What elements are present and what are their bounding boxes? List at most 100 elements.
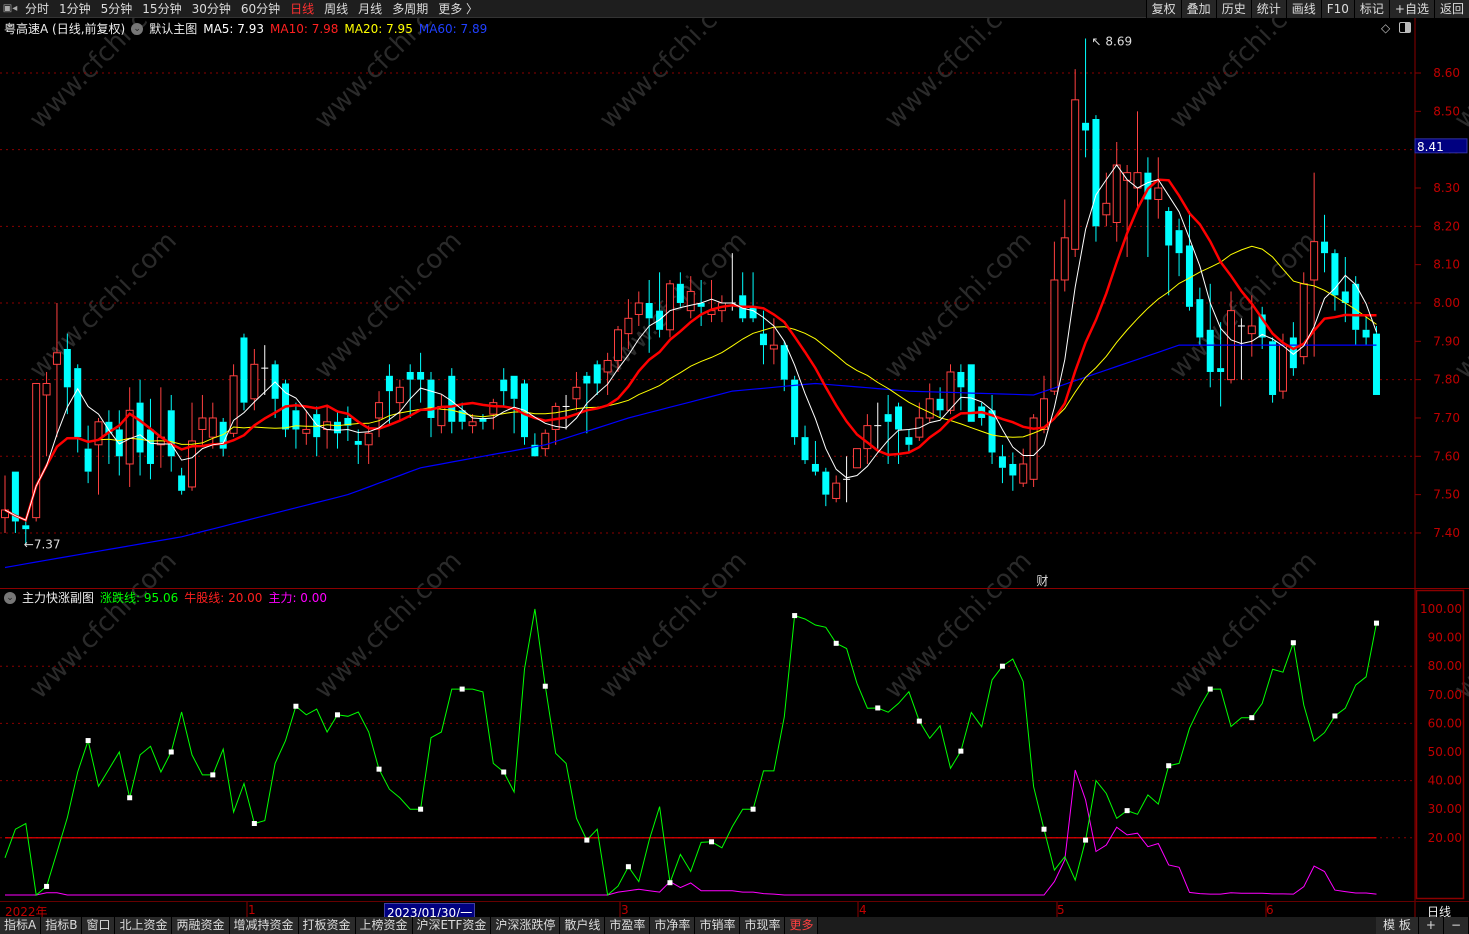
candle: [489, 398, 498, 430]
candle-body: [302, 428, 311, 434]
period-tab[interactable]: 30分钟: [187, 0, 236, 18]
template-name[interactable]: 默认主图: [149, 20, 197, 37]
indicator-button[interactable]: 散户线: [560, 917, 606, 934]
indicator-button[interactable]: 打板资金: [298, 917, 356, 934]
rise-fall-marker: [501, 769, 507, 775]
toolbar-button[interactable]: 画线: [1285, 0, 1321, 18]
candle: [500, 368, 508, 407]
candle-body: [1372, 333, 1380, 395]
toolbar-button[interactable]: 统计: [1250, 0, 1286, 18]
diamond-icon[interactable]: ◇: [1381, 21, 1390, 35]
rise-fall-marker: [1373, 620, 1379, 626]
watermark: www.cfchi.com: [309, 226, 468, 385]
candle: [32, 382, 41, 522]
period-tab[interactable]: 60分钟: [236, 0, 285, 18]
sub-chart-title[interactable]: 主力快涨副图: [22, 589, 94, 606]
candle-body: [936, 398, 944, 411]
zoom-out-button[interactable]: −: [1443, 917, 1469, 934]
candle-body: [832, 482, 841, 499]
toolbar-button[interactable]: 返回: [1433, 0, 1469, 18]
panel-toggle-icon[interactable]: [1399, 22, 1411, 33]
rise-fall-marker: [293, 703, 299, 709]
toolbar-button[interactable]: +自选: [1388, 0, 1434, 18]
toolbar-button[interactable]: 复权: [1145, 0, 1181, 18]
rise-fall-marker: [916, 718, 922, 724]
main-chart-legend: 粤高速A (日线,前复权) ⌄ 默认主图 MA5: 7.93 MA10: 7.9…: [4, 20, 487, 37]
candle-body: [884, 414, 892, 422]
period-tab[interactable]: 日线: [285, 0, 319, 18]
candle: [261, 345, 269, 395]
indicator-button[interactable]: 更多: [785, 917, 819, 934]
bull-line-value: 牛股线: 20.00: [184, 591, 263, 605]
candle: [1082, 38, 1090, 158]
indicator-button[interactable]: 沪深涨跌停: [491, 917, 561, 934]
toolbar-button[interactable]: 历史: [1215, 0, 1251, 18]
toolbar-button[interactable]: 标记: [1353, 0, 1389, 18]
candle: [749, 272, 757, 323]
indicator-button[interactable]: 上榜资金: [355, 917, 413, 934]
candle: [1206, 283, 1214, 388]
candle-body: [1165, 210, 1173, 246]
watermark: www.cfchi.com: [309, 546, 468, 705]
indicator-button[interactable]: 窗口: [82, 917, 116, 934]
ma5-value: MA5: 7.93: [203, 21, 264, 36]
candle: [1060, 199, 1069, 292]
indicator-button[interactable]: 市净率: [650, 917, 696, 934]
watermark: www.cfchi.com: [24, 546, 183, 705]
candle: [832, 475, 841, 503]
candle-body: [780, 345, 788, 380]
candle-body: [822, 471, 830, 495]
indicator-button[interactable]: 市销率: [695, 917, 741, 934]
candle-body: [801, 437, 809, 461]
template-button[interactable]: 模 板: [1376, 917, 1419, 934]
period-tab[interactable]: 1分钟: [54, 0, 96, 18]
toolbar-button[interactable]: 叠加: [1180, 0, 1216, 18]
candle-body: [686, 290, 695, 312]
indicator-toolbar: 指标A 指标B 窗口 北上资金 两融资金 增减持资金 打板资金 上榜资金 沪深ETF资金 沪深涨跌…: [0, 917, 1469, 934]
candle-body: [645, 302, 653, 319]
period-tab[interactable]: 15分钟: [137, 0, 186, 18]
indicator-button[interactable]: 沪深ETF资金: [412, 917, 492, 934]
indicator-button[interactable]: 北上资金: [115, 917, 173, 934]
high-price-label: ↖ 8.69: [1092, 35, 1133, 49]
chevron-down-icon[interactable]: ⌄: [4, 591, 16, 604]
candle: [302, 410, 311, 445]
candle-body: [1082, 122, 1090, 131]
period-tab[interactable]: 分时: [20, 0, 54, 18]
indicator-button[interactable]: 两融资金: [172, 917, 230, 934]
candle: [125, 387, 134, 487]
candle-body: [52, 352, 61, 365]
candle-body: [624, 317, 633, 335]
candle-body: [1092, 118, 1100, 227]
toolbar-button[interactable]: F10: [1320, 0, 1354, 18]
candle-body: [614, 329, 623, 361]
rise-fall-marker: [833, 640, 839, 646]
collapse-icon[interactable]: ▣◂: [0, 0, 20, 18]
candle-body: [1019, 463, 1028, 484]
candle: [1185, 210, 1193, 311]
watermark: www.cfchi.com: [879, 0, 1038, 135]
candle: [1154, 157, 1163, 219]
candle-body: [1112, 164, 1121, 223]
zoom-in-button[interactable]: +: [1418, 917, 1444, 934]
period-tab[interactable]: 更多 〉: [433, 0, 483, 18]
current-price-label: 8.41: [1417, 140, 1444, 154]
candle: [84, 425, 92, 484]
y-tick-label: 7.60: [1433, 449, 1460, 463]
indicator-button[interactable]: 指标B: [41, 917, 83, 934]
period-tab[interactable]: 多周期: [387, 0, 433, 18]
period-tab[interactable]: 周线: [319, 0, 353, 18]
y-tick-label: 8.00: [1433, 296, 1460, 310]
rise-fall-marker: [251, 821, 257, 826]
indicator-button[interactable]: 市盈率: [605, 917, 651, 934]
rise-fall-marker: [1124, 808, 1130, 814]
rise-fall-marker: [459, 686, 465, 692]
chevron-down-icon[interactable]: ⌄: [131, 22, 144, 35]
period-tab[interactable]: 月线: [353, 0, 387, 18]
candle-body: [510, 375, 518, 399]
period-tab[interactable]: 5分钟: [96, 0, 138, 18]
indicator-button[interactable]: 指标A: [0, 917, 42, 934]
indicator-button[interactable]: 市现率: [740, 917, 786, 934]
indicator-button[interactable]: 增减持资金: [229, 917, 299, 934]
candle: [874, 402, 882, 449]
